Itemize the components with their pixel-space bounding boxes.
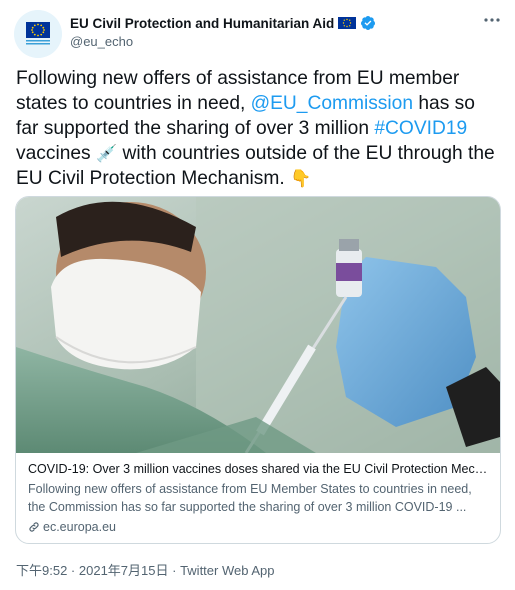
tweet-meta: 下午9:52 · 2021年7月15日 · Twitter Web App [16,560,274,579]
tweet-text: Following new offers of assistance from … [16,66,500,191]
eu-echo-logo-icon [14,10,62,58]
tweet-time[interactable]: 下午9:52 [16,563,67,578]
hashtag-link[interactable]: #COVID19 [374,118,467,139]
link-card[interactable]: COVID-19: Over 3 million vaccines doses … [15,196,501,544]
tweet-date[interactable]: 2021年7月15日 [79,563,169,578]
verified-badge-icon [361,16,376,30]
eu-flag-icon [338,17,357,29]
handle[interactable]: @eu_echo [70,34,133,49]
avatar[interactable] [14,10,62,58]
more-options-icon[interactable] [482,12,502,28]
card-image-vaccine-photo [16,197,500,453]
card-domain-text: ec.europa.eu [43,520,116,534]
tweet-text-part: vaccines [16,143,96,164]
source-app[interactable]: Twitter Web App [180,563,274,578]
card-domain: ec.europa.eu [28,518,490,536]
syringe-emoji-icon: 💉 [95,144,118,163]
display-name[interactable]: EU Civil Protection and Humanitarian Aid [70,16,334,31]
pointing-down-emoji-icon: 👇 [290,169,312,188]
card-title[interactable]: COVID-19: Over 3 million vaccines doses … [28,460,490,478]
meta-separator: · [67,563,79,578]
tweet-header: EU Civil Protection and Humanitarian Aid… [14,10,504,58]
mention-link[interactable]: @EU_Commission [251,93,413,114]
link-icon [29,522,39,532]
tweet: EU Civil Protection and Humanitarian Aid… [0,0,515,590]
meta-separator: · [168,563,181,578]
name-row: EU Civil Protection and Humanitarian Aid [70,14,376,32]
card-text: COVID-19: Over 3 million vaccines doses … [28,460,490,536]
card-description: Following new offers of assistance from … [28,482,472,514]
